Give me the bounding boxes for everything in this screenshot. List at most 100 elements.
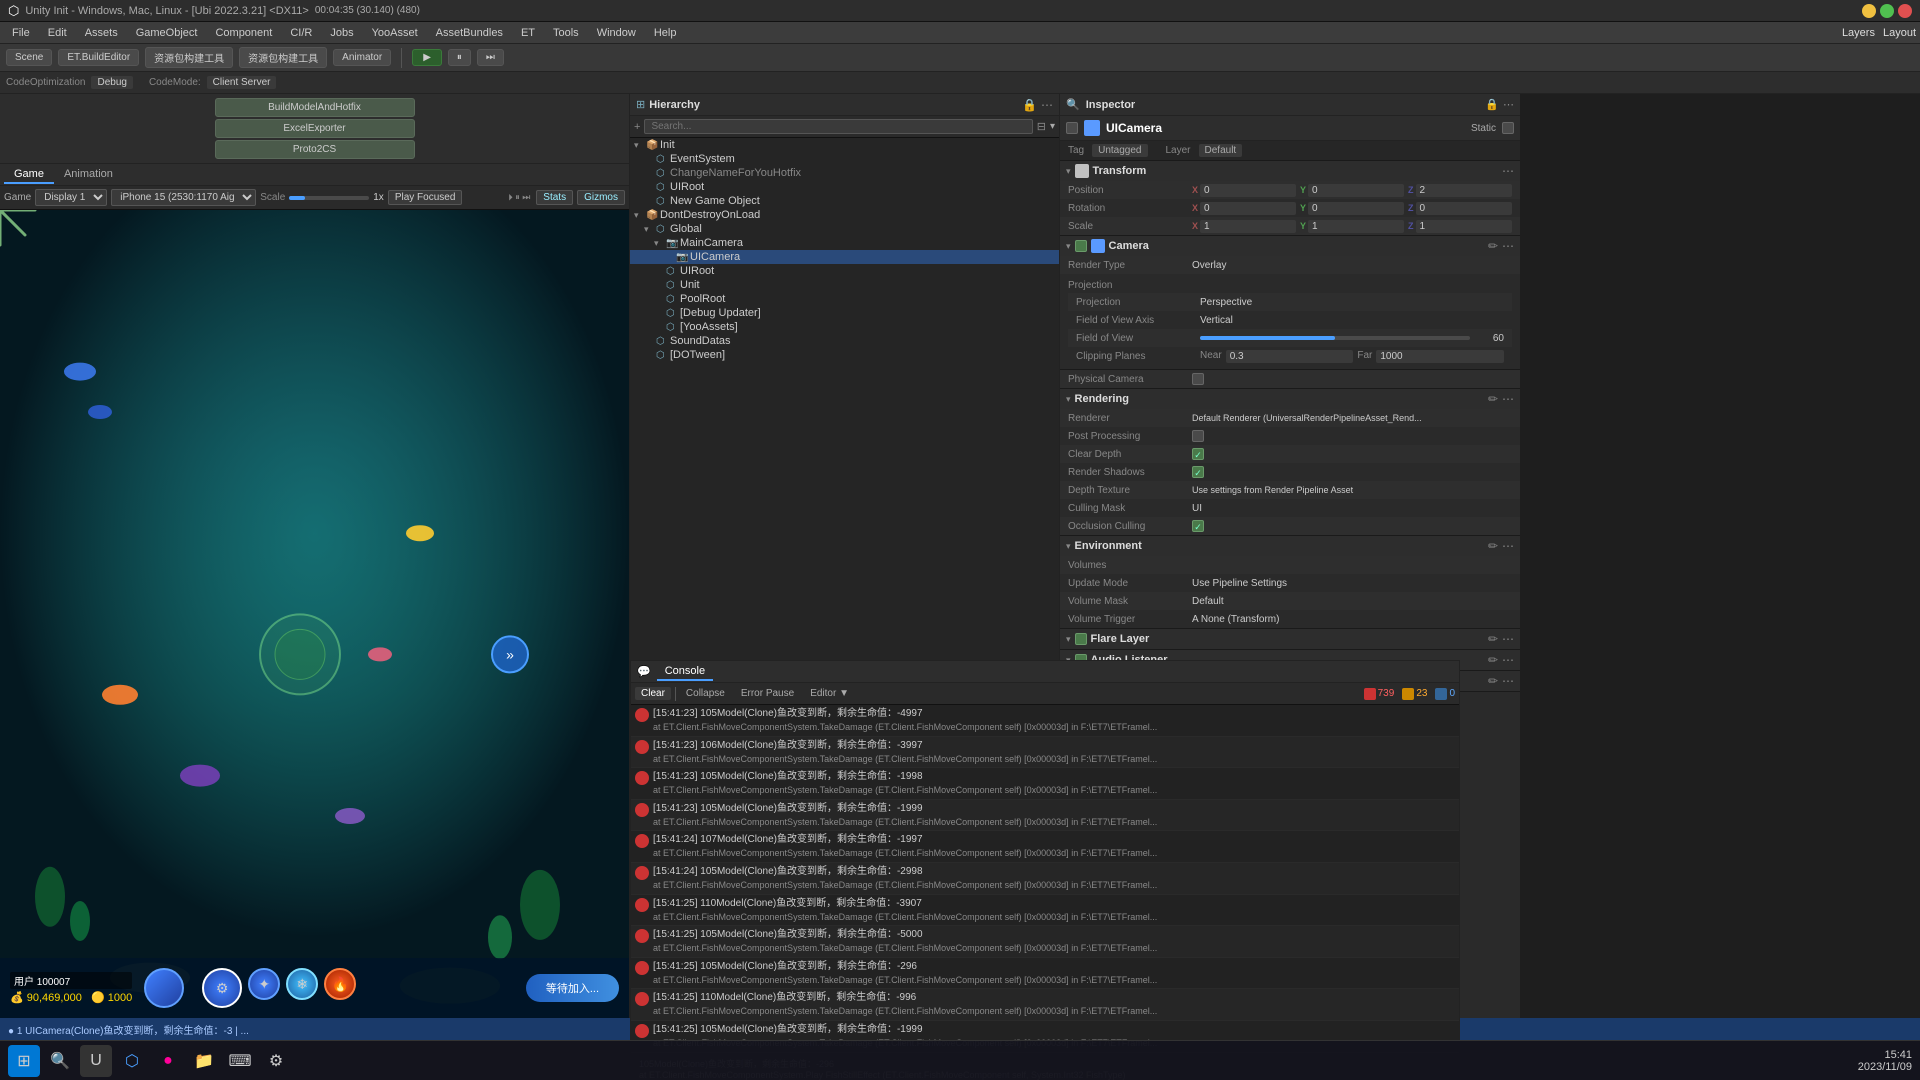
menu-assets[interactable]: Assets: [77, 25, 126, 41]
culling-mask-value[interactable]: UI: [1192, 503, 1512, 514]
resource-pack-tool[interactable]: 资源包构建工具: [145, 47, 233, 68]
render-shadows-checkbox[interactable]: [1192, 466, 1204, 478]
taskbar-settings-icon[interactable]: ⚙: [260, 1045, 292, 1077]
menu-file[interactable]: File: [4, 25, 38, 41]
hierarchy-item-unit[interactable]: ⬡ Unit: [630, 278, 1059, 292]
console-editor-btn[interactable]: Editor ▼: [804, 687, 855, 700]
hierarchy-item-poolroot[interactable]: ⬡ PoolRoot: [630, 292, 1059, 306]
join-button[interactable]: 等待加入...: [526, 974, 619, 1002]
scale-z-value[interactable]: 1: [1416, 220, 1513, 233]
minimize-button[interactable]: [1862, 4, 1876, 18]
environment-header[interactable]: ▾ Environment ✏ ⋯: [1060, 536, 1520, 556]
close-button[interactable]: [1898, 4, 1912, 18]
console-clear-btn[interactable]: Clear: [635, 687, 671, 700]
hierarchy-search-input[interactable]: [644, 119, 1032, 134]
hierarchy-item-init[interactable]: ▾ 📦 Init: [630, 138, 1059, 152]
console-row-4[interactable]: [15:41:23] 105Model(Clone)鱼改变到断，剩余生命值：-1…: [631, 800, 1459, 832]
inspector-lock-icon[interactable]: 🔒: [1485, 98, 1499, 111]
console-error-pause-btn[interactable]: Error Pause: [735, 687, 800, 700]
console-row-8[interactable]: [15:41:25] 105Model(Clone)鱼改变到断，剩余生命值：-5…: [631, 926, 1459, 958]
audio-edit-icon[interactable]: ✏: [1488, 653, 1498, 667]
physical-camera-checkbox[interactable]: [1192, 373, 1204, 385]
hierarchy-item-sounddatas[interactable]: ⬡ SoundDatas: [630, 334, 1059, 348]
universal-settings-icon[interactable]: ⋯: [1502, 674, 1514, 688]
position-x-value[interactable]: 0: [1200, 184, 1296, 197]
hierarchy-item-dotween[interactable]: ⬡ [DOTween]: [630, 348, 1059, 362]
console-tab[interactable]: Console: [657, 663, 713, 681]
rotation-z-value[interactable]: 0: [1416, 202, 1513, 215]
universal-edit-icon[interactable]: ✏: [1488, 674, 1498, 688]
console-collapse-btn[interactable]: Collapse: [680, 687, 731, 700]
hierarchy-item-uicamera[interactable]: 📷 UICamera: [630, 250, 1059, 264]
console-row-3[interactable]: [15:41:23] 105Model(Clone)鱼改变到断，剩余生命值：-1…: [631, 768, 1459, 800]
far-value[interactable]: 1000: [1376, 350, 1504, 363]
hierarchy-item-uiroot[interactable]: ⬡ UIRoot: [630, 264, 1059, 278]
rendering-settings-icon[interactable]: ⋯: [1502, 392, 1514, 406]
game-viewport[interactable]: » 用户 100007 💰 90,469,000 🟡 1000: [0, 210, 629, 1018]
depth-texture-value[interactable]: Use settings from Render Pipeline Asset: [1192, 485, 1512, 495]
hierarchy-item-newgameobject[interactable]: ⬡ New Game Object: [630, 194, 1059, 208]
scene-tab[interactable]: Scene: [6, 49, 52, 66]
clear-depth-checkbox[interactable]: [1192, 448, 1204, 460]
play-focused-btn[interactable]: Play Focused: [388, 190, 463, 205]
hierarchy-more-icon[interactable]: ⋯: [1041, 98, 1053, 112]
tag-value[interactable]: Untagged: [1092, 144, 1147, 157]
environment-settings-icon[interactable]: ⋯: [1502, 539, 1514, 553]
volume-trigger-value[interactable]: A None (Transform): [1192, 614, 1512, 625]
menu-cir[interactable]: CI/R: [282, 25, 320, 41]
flare-edit-icon[interactable]: ✏: [1488, 632, 1498, 646]
menu-jobs[interactable]: Jobs: [322, 25, 361, 41]
menu-et[interactable]: ET: [513, 25, 543, 41]
pause-button[interactable]: ⏸: [448, 49, 471, 66]
hierarchy-item-yooassets[interactable]: ⬡ [YooAssets]: [630, 320, 1059, 334]
scale-slider[interactable]: [289, 196, 369, 200]
taskbar-terminal-icon[interactable]: ⌨: [224, 1045, 256, 1077]
menu-tools[interactable]: Tools: [545, 25, 587, 41]
volume-mask-value[interactable]: Default: [1192, 596, 1512, 607]
flare-layer-header[interactable]: ▾ Flare Layer ✏ ⋯: [1060, 629, 1520, 649]
inspector-more-icon[interactable]: ⋯: [1503, 98, 1514, 111]
environment-edit-icon[interactable]: ✏: [1488, 539, 1498, 553]
hierarchy-lock-icon[interactable]: 🔒: [1022, 98, 1037, 112]
transform-settings-icon[interactable]: ⋯: [1502, 164, 1514, 178]
et-build-editor-tab[interactable]: ET.BuildEditor: [58, 49, 139, 66]
hierarchy-item-global[interactable]: ▾ ⬡ Global: [630, 222, 1059, 236]
rotation-x-value[interactable]: 0: [1200, 202, 1296, 215]
occlusion-culling-checkbox[interactable]: [1192, 520, 1204, 532]
taskbar-search-icon[interactable]: 🔍: [44, 1045, 76, 1077]
weapon-icon-3[interactable]: ❄: [286, 968, 318, 1000]
menu-yooasset[interactable]: YooAsset: [364, 25, 426, 41]
resolution-select[interactable]: iPhone 15 (2530:1170 Aig: [111, 189, 256, 206]
menu-assetbundles[interactable]: AssetBundles: [428, 25, 511, 41]
rendering-header[interactable]: ▾ Rendering ✏ ⋯: [1060, 389, 1520, 409]
rendering-edit-icon[interactable]: ✏: [1488, 392, 1498, 406]
display-select[interactable]: Display 1: [35, 189, 107, 206]
hierarchy-item-maincamera[interactable]: ▾ 📷 MainCamera: [630, 236, 1059, 250]
post-processing-checkbox[interactable]: [1192, 430, 1204, 442]
audio-settings-icon[interactable]: ⋯: [1502, 653, 1514, 667]
console-row-6[interactable]: [15:41:24] 105Model(Clone)鱼改变到断，剩余生命值：-2…: [631, 863, 1459, 895]
tab-animation[interactable]: Animation: [54, 166, 123, 184]
static-checkbox[interactable]: [1502, 122, 1514, 134]
fov-axis-value[interactable]: Vertical: [1200, 315, 1504, 326]
projection-value[interactable]: Perspective: [1200, 297, 1504, 308]
update-mode-value[interactable]: Use Pipeline Settings: [1192, 578, 1512, 589]
animator-tab[interactable]: Animator: [333, 49, 391, 66]
proto2cs-btn[interactable]: Proto2CS: [215, 140, 415, 159]
menu-edit[interactable]: Edit: [40, 25, 75, 41]
hierarchy-item-changename[interactable]: ⬡ ChangeNameForYouHotfix: [630, 166, 1059, 180]
console-row-9[interactable]: [15:41:25] 105Model(Clone)鱼改变到断，剩余生命值：-2…: [631, 958, 1459, 990]
menu-help[interactable]: Help: [646, 25, 685, 41]
object-name[interactable]: UICamera: [1106, 121, 1465, 135]
hierarchy-item-dontdestroy[interactable]: ▾ 📦 DontDestroyOnLoad: [630, 208, 1059, 222]
camera-header[interactable]: ▾ Camera ✏ ⋯: [1060, 236, 1520, 256]
play-button[interactable]: ▶: [412, 49, 442, 66]
excel-exporter-btn[interactable]: ExcelExporter: [215, 119, 415, 138]
hierarchy-item-debugupdater[interactable]: ⬡ [Debug Updater]: [630, 306, 1059, 320]
weapon-icon-1[interactable]: ⚙: [202, 968, 242, 1008]
scale-y-value[interactable]: 1: [1308, 220, 1404, 233]
console-row-7[interactable]: [15:41:25] 110Model(Clone)鱼改变到断，剩余生命值：-3…: [631, 895, 1459, 927]
hierarchy-item-uiroot-init[interactable]: ⬡ UIRoot: [630, 180, 1059, 194]
near-value[interactable]: 0.3: [1226, 350, 1354, 363]
console-row-10[interactable]: [15:41:25] 110Model(Clone)鱼改变到断，剩余生命值：-9…: [631, 989, 1459, 1021]
